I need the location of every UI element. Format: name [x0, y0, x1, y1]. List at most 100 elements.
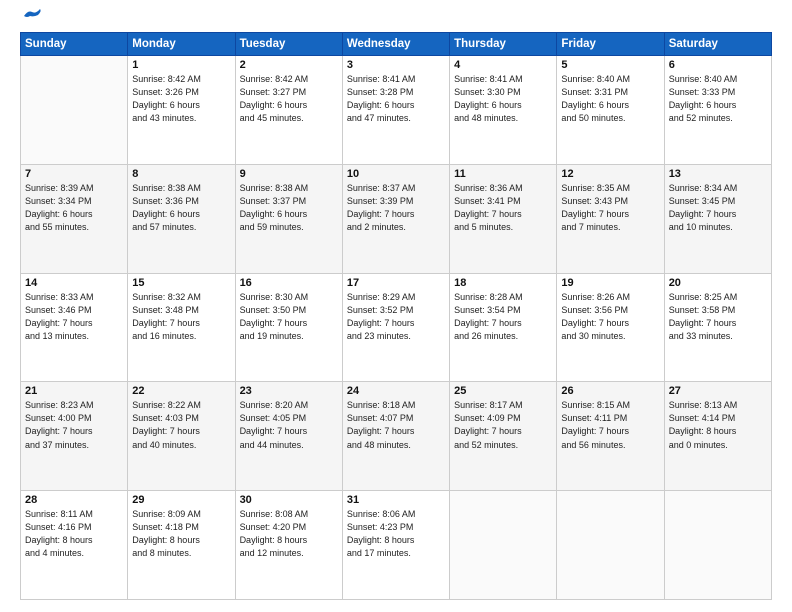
day-cell: 11 Sunrise: 8:36 AM Sunset: 3:41 PM Dayli… — [450, 164, 557, 273]
col-header-tuesday: Tuesday — [235, 33, 342, 56]
day-info: Sunrise: 8:41 AM Sunset: 3:30 PM Dayligh… — [454, 73, 552, 125]
day-cell: 9Sunrise: 8:38 AM Sunset: 3:37 PM Daylig… — [235, 164, 342, 273]
day-info: Sunrise: 8:20 AM Sunset: 4:05 PM Dayligh… — [240, 399, 338, 451]
day-cell: 4 Sunrise: 8:41 AM Sunset: 3:30 PM Daylig… — [450, 56, 557, 165]
day-number: 14 — [25, 277, 123, 289]
day-number: 24 — [347, 385, 445, 397]
day-info: Sunrise: 8:38 AM Sunset: 3:37 PM Dayligh… — [240, 182, 338, 234]
day-number: 21 — [25, 385, 123, 397]
day-cell — [450, 491, 557, 600]
day-number: 25 — [454, 385, 552, 397]
day-number: 30 — [240, 494, 338, 506]
day-info: Sunrise: 8:41 AM Sunset: 3:28 PM Dayligh… — [347, 73, 445, 125]
calendar-table: SundayMondayTuesdayWednesdayThursdayFrid… — [20, 32, 772, 600]
day-cell: 25 Sunrise: 8:17 AM Sunset: 4:09 PM Dayli… — [450, 382, 557, 491]
day-cell: 17 Sunrise: 8:29 AM Sunset: 3:52 PM Dayli… — [342, 273, 449, 382]
day-number: 11 — [454, 168, 552, 180]
col-header-friday: Friday — [557, 33, 664, 56]
day-info: Sunrise: 8:39 AM Sunset: 3:34 PM Dayligh… — [25, 182, 123, 234]
header-row: SundayMondayTuesdayWednesdayThursdayFrid… — [21, 33, 772, 56]
day-info: Sunrise: 8:29 AM Sunset: 3:52 PM Dayligh… — [347, 291, 445, 343]
day-cell: 7Sunrise: 8:39 AM Sunset: 3:34 PM Daylig… — [21, 164, 128, 273]
day-cell: 22 Sunrise: 8:22 AM Sunset: 4:03 PM Dayli… — [128, 382, 235, 491]
day-info: Sunrise: 8:28 AM Sunset: 3:54 PM Dayligh… — [454, 291, 552, 343]
calendar-header: SundayMondayTuesdayWednesdayThursdayFrid… — [21, 33, 772, 56]
day-number: 10 — [347, 168, 445, 180]
day-cell: 6Sunrise: 8:40 AM Sunset: 3:33 PM Daylig… — [664, 56, 771, 165]
day-info: Sunrise: 8:37 AM Sunset: 3:39 PM Dayligh… — [347, 182, 445, 234]
day-number: 28 — [25, 494, 123, 506]
day-number: 3 — [347, 59, 445, 71]
day-info: Sunrise: 8:06 AM Sunset: 4:23 PM Dayligh… — [347, 508, 445, 560]
calendar-page: SundayMondayTuesdayWednesdayThursdayFrid… — [0, 0, 792, 612]
day-info: Sunrise: 8:18 AM Sunset: 4:07 PM Dayligh… — [347, 399, 445, 451]
col-header-wednesday: Wednesday — [342, 33, 449, 56]
day-number: 18 — [454, 277, 552, 289]
day-cell: 14 Sunrise: 8:33 AM Sunset: 3:46 PM Dayli… — [21, 273, 128, 382]
day-info: Sunrise: 8:40 AM Sunset: 3:33 PM Dayligh… — [669, 73, 767, 125]
day-cell — [557, 491, 664, 600]
day-number: 4 — [454, 59, 552, 71]
day-cell: 15Sunrise: 8:32 AM Sunset: 3:48 PM Dayli… — [128, 273, 235, 382]
day-number: 17 — [347, 277, 445, 289]
col-header-thursday: Thursday — [450, 33, 557, 56]
day-info: Sunrise: 8:38 AM Sunset: 3:36 PM Dayligh… — [132, 182, 230, 234]
day-info: Sunrise: 8:11 AM Sunset: 4:16 PM Dayligh… — [25, 508, 123, 560]
day-cell: 8Sunrise: 8:38 AM Sunset: 3:36 PM Daylig… — [128, 164, 235, 273]
logo-bird-icon — [22, 8, 44, 24]
day-number: 1 — [132, 59, 230, 71]
day-number: 5 — [561, 59, 659, 71]
week-row-1: 1 Sunrise: 8:42 AM Sunset: 3:26 PM Daylig… — [21, 56, 772, 165]
day-info: Sunrise: 8:33 AM Sunset: 3:46 PM Dayligh… — [25, 291, 123, 343]
calendar-body: 1 Sunrise: 8:42 AM Sunset: 3:26 PM Daylig… — [21, 56, 772, 600]
day-number: 2 — [240, 59, 338, 71]
day-cell: 10 Sunrise: 8:37 AM Sunset: 3:39 PM Dayli… — [342, 164, 449, 273]
day-number: 23 — [240, 385, 338, 397]
logo — [20, 16, 44, 24]
day-info: Sunrise: 8:22 AM Sunset: 4:03 PM Dayligh… — [132, 399, 230, 451]
day-info: Sunrise: 8:13 AM Sunset: 4:14 PM Dayligh… — [669, 399, 767, 451]
day-number: 31 — [347, 494, 445, 506]
week-row-4: 21 Sunrise: 8:23 AM Sunset: 4:00 PM Dayli… — [21, 382, 772, 491]
day-number: 26 — [561, 385, 659, 397]
day-info: Sunrise: 8:09 AM Sunset: 4:18 PM Dayligh… — [132, 508, 230, 560]
day-cell: 24 Sunrise: 8:18 AM Sunset: 4:07 PM Dayli… — [342, 382, 449, 491]
day-cell: 23 Sunrise: 8:20 AM Sunset: 4:05 PM Dayli… — [235, 382, 342, 491]
day-number: 16 — [240, 277, 338, 289]
day-info: Sunrise: 8:23 AM Sunset: 4:00 PM Dayligh… — [25, 399, 123, 451]
day-number: 20 — [669, 277, 767, 289]
day-number: 22 — [132, 385, 230, 397]
day-info: Sunrise: 8:15 AM Sunset: 4:11 PM Dayligh… — [561, 399, 659, 451]
day-number: 29 — [132, 494, 230, 506]
day-info: Sunrise: 8:17 AM Sunset: 4:09 PM Dayligh… — [454, 399, 552, 451]
day-cell: 31 Sunrise: 8:06 AM Sunset: 4:23 PM Dayli… — [342, 491, 449, 600]
col-header-sunday: Sunday — [21, 33, 128, 56]
day-cell: 5Sunrise: 8:40 AM Sunset: 3:31 PM Daylig… — [557, 56, 664, 165]
day-cell: 18 Sunrise: 8:28 AM Sunset: 3:54 PM Dayli… — [450, 273, 557, 382]
day-cell: 20 Sunrise: 8:25 AM Sunset: 3:58 PM Dayli… — [664, 273, 771, 382]
day-cell: 3 Sunrise: 8:41 AM Sunset: 3:28 PM Daylig… — [342, 56, 449, 165]
day-cell — [21, 56, 128, 165]
day-cell: 26 Sunrise: 8:15 AM Sunset: 4:11 PM Dayli… — [557, 382, 664, 491]
day-number: 13 — [669, 168, 767, 180]
day-info: Sunrise: 8:26 AM Sunset: 3:56 PM Dayligh… — [561, 291, 659, 343]
day-info: Sunrise: 8:08 AM Sunset: 4:20 PM Dayligh… — [240, 508, 338, 560]
day-cell: 1 Sunrise: 8:42 AM Sunset: 3:26 PM Daylig… — [128, 56, 235, 165]
day-info: Sunrise: 8:42 AM Sunset: 3:26 PM Dayligh… — [132, 73, 230, 125]
day-info: Sunrise: 8:36 AM Sunset: 3:41 PM Dayligh… — [454, 182, 552, 234]
day-cell: 13Sunrise: 8:34 AM Sunset: 3:45 PM Dayli… — [664, 164, 771, 273]
day-cell — [664, 491, 771, 600]
day-cell: 19Sunrise: 8:26 AM Sunset: 3:56 PM Dayli… — [557, 273, 664, 382]
col-header-monday: Monday — [128, 33, 235, 56]
day-info: Sunrise: 8:30 AM Sunset: 3:50 PM Dayligh… — [240, 291, 338, 343]
week-row-5: 28 Sunrise: 8:11 AM Sunset: 4:16 PM Dayli… — [21, 491, 772, 600]
header — [20, 16, 772, 24]
day-info: Sunrise: 8:25 AM Sunset: 3:58 PM Dayligh… — [669, 291, 767, 343]
day-number: 15 — [132, 277, 230, 289]
day-number: 27 — [669, 385, 767, 397]
week-row-3: 14 Sunrise: 8:33 AM Sunset: 3:46 PM Dayli… — [21, 273, 772, 382]
day-cell: 16 Sunrise: 8:30 AM Sunset: 3:50 PM Dayli… — [235, 273, 342, 382]
col-header-saturday: Saturday — [664, 33, 771, 56]
day-info: Sunrise: 8:35 AM Sunset: 3:43 PM Dayligh… — [561, 182, 659, 234]
day-cell: 27 Sunrise: 8:13 AM Sunset: 4:14 PM Dayli… — [664, 382, 771, 491]
